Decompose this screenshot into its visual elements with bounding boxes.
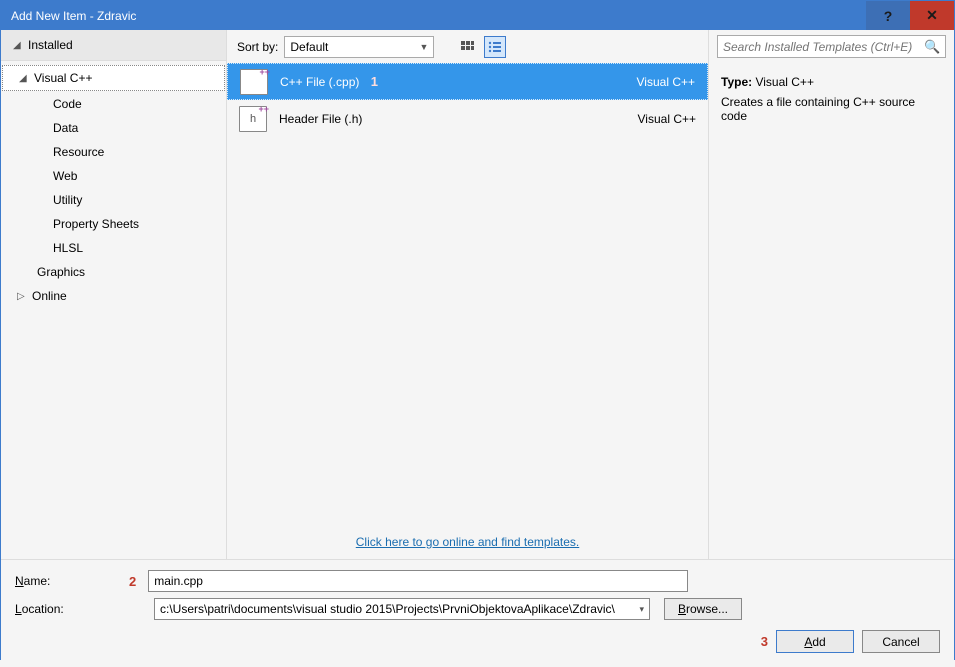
tree-node-data[interactable]: Data: [1, 116, 226, 140]
template-language: Visual C++: [625, 75, 695, 89]
cancel-button[interactable]: Cancel: [862, 630, 940, 653]
template-item-header-file[interactable]: h ++ Header File (.h) Visual C++: [227, 100, 708, 137]
tree-label: Graphics: [37, 265, 85, 279]
preview-type-value: Visual C++: [755, 75, 813, 89]
sort-label: Sort by:: [237, 40, 278, 54]
expander-icon: ▷: [17, 291, 27, 301]
template-list: ++ C++ File (.cpp) 1 Visual C++ h ++ Hea…: [227, 63, 708, 525]
add-button[interactable]: Add: [776, 630, 854, 653]
view-list-button[interactable]: [484, 36, 506, 58]
sidebar: ◢ Installed ◢ Visual C++ Code Data Resou…: [1, 30, 226, 559]
list-icon: [488, 40, 502, 54]
window-title: Add New Item - Zdravic: [11, 9, 866, 23]
expander-icon: ◢: [13, 40, 23, 50]
main-area: ◢ Installed ◢ Visual C++ Code Data Resou…: [1, 30, 954, 559]
expander-icon: ◢: [19, 73, 29, 83]
location-value: c:\Users\patri\documents\visual studio 2…: [160, 602, 639, 616]
plus-icon: ++: [258, 104, 269, 114]
center-panel: Sort by: Default ▼ ++ C++ File (.cpp): [226, 30, 709, 559]
template-item-cpp-file[interactable]: ++ C++ File (.cpp) 1 Visual C++: [227, 63, 708, 100]
tree-node-visual-cpp[interactable]: ◢ Visual C++: [2, 65, 225, 91]
tree-label: Property Sheets: [53, 217, 139, 231]
template-name: C++ File (.cpp) 1: [280, 74, 613, 89]
tree-node-online[interactable]: ▷ Online: [1, 284, 226, 308]
chevron-down-icon: ▼: [419, 42, 428, 52]
tree-label: Visual C++: [34, 71, 92, 85]
name-row: Name: 2: [15, 570, 940, 592]
sort-toolbar: Sort by: Default ▼: [227, 30, 708, 63]
titlebar-buttons: ? ✕: [866, 1, 954, 30]
tree-node-property-sheets[interactable]: Property Sheets: [1, 212, 226, 236]
help-button[interactable]: ?: [866, 1, 910, 30]
tree-node-utility[interactable]: Utility: [1, 188, 226, 212]
preview-description: Creates a file containing C++ source cod…: [721, 95, 942, 123]
close-button[interactable]: ✕: [910, 1, 954, 30]
plus-icon: ++: [259, 67, 270, 77]
tree-node-hlsl[interactable]: HLSL: [1, 236, 226, 260]
annotation-2: 2: [129, 574, 136, 589]
location-row: Location: c:\Users\patri\documents\visua…: [15, 598, 940, 620]
tree-node-resource[interactable]: Resource: [1, 140, 226, 164]
chevron-down-icon: ▾: [639, 604, 644, 615]
tree-node-web[interactable]: Web: [1, 164, 226, 188]
tree-label: Data: [53, 121, 78, 135]
search-icon[interactable]: 🔍: [924, 39, 940, 55]
tree-label: Web: [53, 169, 77, 183]
sort-combobox[interactable]: Default ▼: [284, 36, 434, 58]
view-grid-button[interactable]: [456, 36, 478, 58]
name-input[interactable]: [148, 570, 688, 592]
tree-label: Resource: [53, 145, 104, 159]
online-templates-link-row: Click here to go online and find templat…: [227, 525, 708, 559]
tree-label: Online: [32, 289, 67, 303]
search-row: 🔍: [709, 30, 954, 63]
tree-label: Utility: [53, 193, 82, 207]
annotation-1: 1: [371, 74, 378, 89]
tree-node-graphics[interactable]: Graphics: [1, 260, 226, 284]
annotation-3: 3: [761, 634, 768, 649]
header-file-icon: h ++: [239, 106, 267, 132]
preview-type-label: Type:: [721, 75, 752, 89]
template-language: Visual C++: [626, 112, 696, 126]
online-templates-link[interactable]: Click here to go online and find templat…: [356, 535, 579, 549]
sidebar-installed-header[interactable]: ◢ Installed: [1, 30, 226, 61]
sort-value: Default: [290, 40, 328, 54]
location-combobox[interactable]: c:\Users\patri\documents\visual studio 2…: [154, 598, 650, 620]
tree-node-code[interactable]: Code: [1, 92, 226, 116]
search-input[interactable]: [723, 40, 924, 54]
titlebar: Add New Item - Zdravic ? ✕: [1, 1, 954, 30]
grid-icon: [460, 40, 474, 54]
preview-panel: 🔍 Type: Visual C++ Creates a file contai…: [709, 30, 954, 559]
cpp-file-icon: ++: [240, 69, 268, 95]
sidebar-installed-label: Installed: [28, 38, 73, 52]
tree-label: Code: [53, 97, 82, 111]
template-name: Header File (.h): [279, 112, 614, 126]
search-box[interactable]: 🔍: [717, 35, 946, 58]
bottom-panel: Name: 2 Location: c:\Users\patri\documen…: [1, 559, 954, 667]
browse-button[interactable]: Browse...: [664, 598, 742, 620]
dialog-buttons: 3 Add Cancel: [15, 630, 940, 653]
preview-body: Type: Visual C++ Creates a file containi…: [709, 63, 954, 135]
location-label: Location:: [15, 602, 123, 616]
name-label: Name:: [15, 574, 123, 588]
tree-label: HLSL: [53, 241, 83, 255]
